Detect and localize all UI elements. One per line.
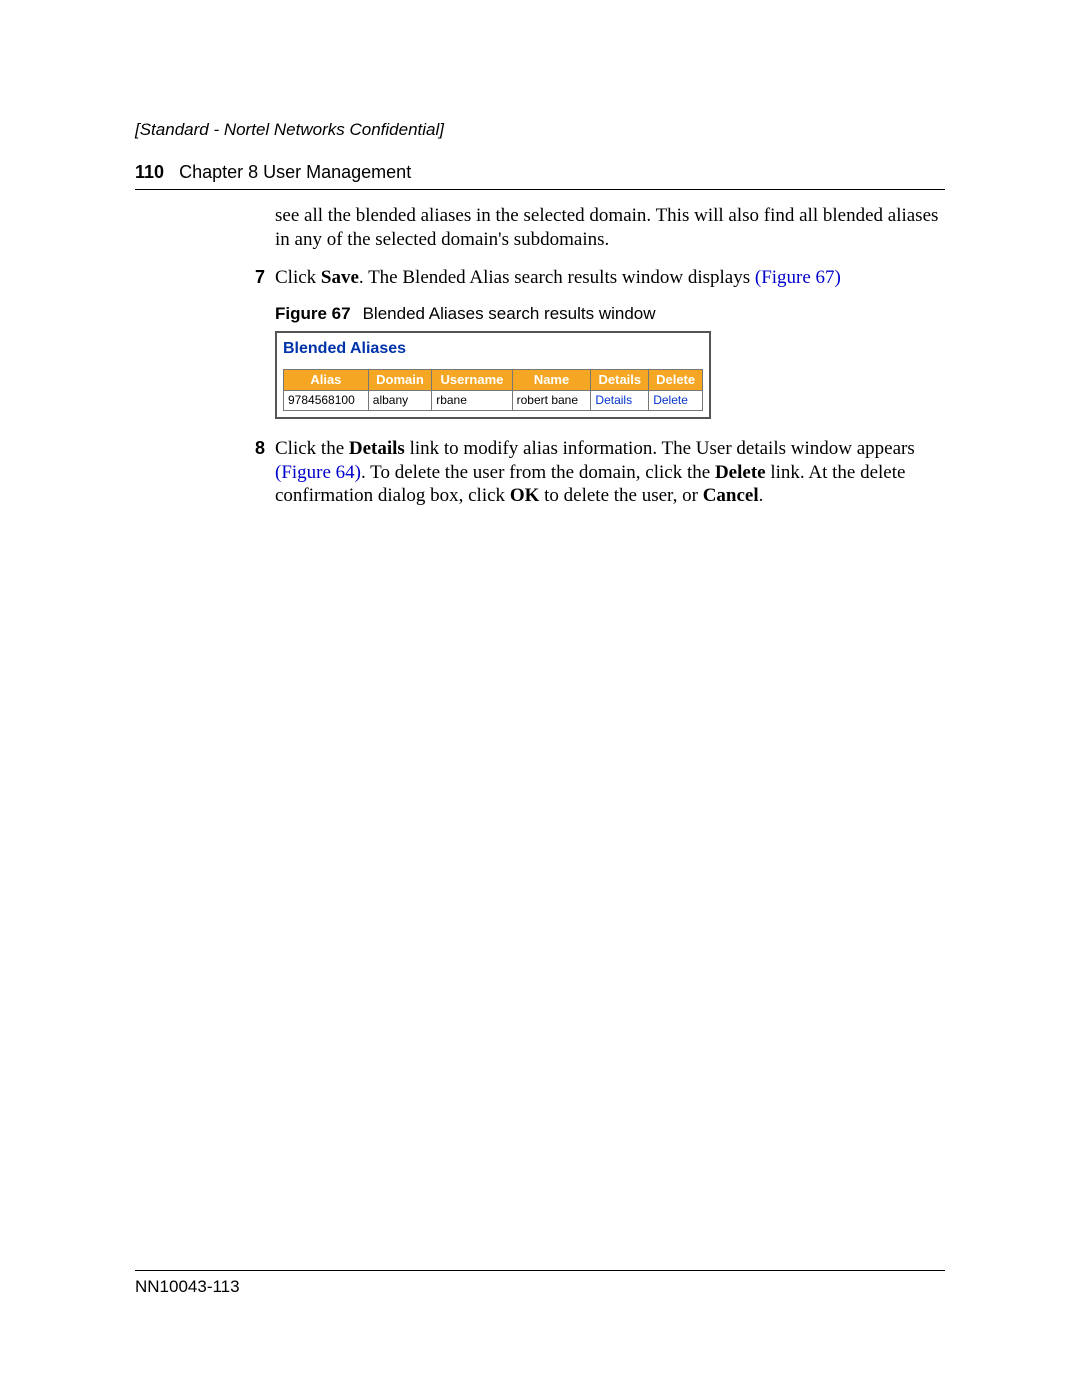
figure-xref-67[interactable]: (Figure 67): [755, 267, 841, 288]
aliases-table: Alias Domain Username Name Details Delet…: [283, 369, 703, 411]
page-header: 110 Chapter 8 User Management: [135, 162, 945, 190]
col-alias: Alias: [284, 369, 369, 390]
table-header-row: Alias Domain Username Name Details Delet…: [284, 369, 703, 390]
col-delete: Delete: [649, 369, 703, 390]
doc-id-footer: NN10043-113: [135, 1270, 945, 1297]
intro-paragraph: see all the blended aliases in the selec…: [275, 204, 945, 252]
step-7: 7 Click Save. The Blended Alias search r…: [275, 266, 945, 290]
col-details: Details: [591, 369, 649, 390]
figure-caption-text: Blended Aliases search results window: [363, 304, 656, 323]
delete-link[interactable]: Delete: [649, 390, 703, 410]
confidential-notice: [Standard - Nortel Networks Confidential…: [135, 120, 945, 140]
step-number: 8: [241, 437, 265, 508]
page-number: 110: [135, 162, 164, 182]
screenshot-blended-aliases: Blended Aliases Alias Domain Username Na…: [275, 331, 711, 419]
table-row: 9784568100 albany rbane robert bane Deta…: [284, 390, 703, 410]
col-username: Username: [432, 369, 512, 390]
cell-name: robert bane: [512, 390, 591, 410]
figure-xref-64[interactable]: (Figure 64): [275, 462, 361, 483]
col-name: Name: [512, 369, 591, 390]
cell-alias: 9784568100: [284, 390, 369, 410]
figure-caption: Figure 67 Blended Aliases search results …: [275, 303, 945, 324]
figure-label: Figure 67: [275, 304, 351, 323]
step-text: Click the Details link to modify alias i…: [275, 437, 945, 508]
step-8: 8 Click the Details link to modify alias…: [275, 437, 945, 508]
chapter-title-text: Chapter 8 User Management: [179, 162, 411, 182]
step-text: Click Save. The Blended Alias search res…: [275, 266, 945, 290]
cell-username: rbane: [432, 390, 512, 410]
step-number: 7: [241, 266, 265, 290]
chapter-title: [169, 162, 179, 182]
col-domain: Domain: [368, 369, 431, 390]
screenshot-title: Blended Aliases: [277, 333, 709, 369]
cell-domain: albany: [368, 390, 431, 410]
details-link[interactable]: Details: [591, 390, 649, 410]
